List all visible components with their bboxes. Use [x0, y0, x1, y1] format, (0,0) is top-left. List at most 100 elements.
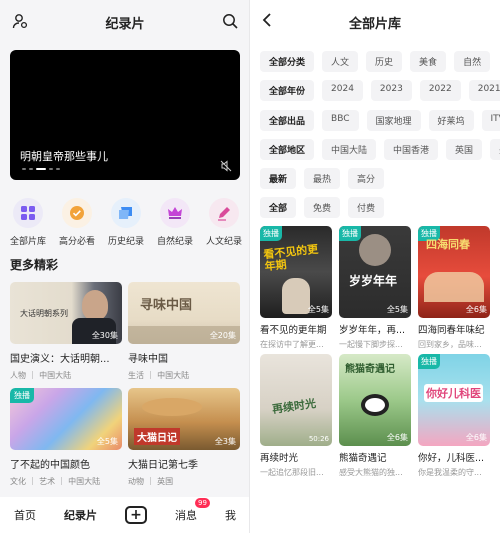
- poster-text: 再续时光: [271, 396, 317, 416]
- card-thumbnail: 大话明朝系列 全30集: [10, 282, 122, 344]
- doc-card[interactable]: 独播 全5集 了不起的中国颜色 文化 ｜ 艺术 ｜ 中国大陆: [10, 388, 122, 487]
- filter-option[interactable]: 人文: [322, 51, 359, 72]
- filter-option[interactable]: ITV: [481, 110, 500, 131]
- card-subtitle: 动物 ｜ 英国: [128, 477, 174, 486]
- filter-row-producer: 全部出品 BBC 国家地理 好莱坞 ITV: [260, 110, 500, 131]
- filter-option[interactable]: 英国: [446, 139, 483, 160]
- card-subtitle: 人物 ｜ 中国大陆: [10, 371, 72, 380]
- poster-title: 你好，儿科医...: [418, 453, 485, 464]
- filter-row-price: 全部 免费 付费: [260, 197, 385, 218]
- poster-image: 独播 看不见的更年期 全5集: [260, 226, 332, 318]
- filter-all-price[interactable]: 全部: [260, 197, 297, 218]
- episode-count: 全6集: [465, 433, 487, 442]
- episode-count: 全6集: [465, 305, 487, 314]
- poster-text: 看不见的更年期: [262, 242, 319, 274]
- create-button[interactable]: +: [125, 506, 147, 524]
- filter-all-producer[interactable]: 全部出品: [260, 110, 315, 131]
- episode-count: 全20集: [209, 331, 236, 340]
- filter-all-year[interactable]: 全部年份: [260, 80, 315, 101]
- filter-option[interactable]: 2024: [322, 80, 363, 101]
- poster-image: 独播 四海同春 全6集: [418, 226, 490, 318]
- filter-row-category: 全部分类 人文 历史 美食 自然: [260, 51, 491, 72]
- filter-option[interactable]: 自然: [454, 51, 491, 72]
- episode-count: 全5集: [307, 305, 329, 314]
- category-history[interactable]: 历史纪录: [102, 198, 150, 247]
- tab-messages[interactable]: 消息 99: [175, 498, 210, 523]
- thumb-text: 寻味中国: [140, 298, 193, 313]
- category-humanities[interactable]: 人文纪录: [200, 198, 248, 247]
- poster-title: 四海同春年味纪: [418, 325, 485, 336]
- filter-option[interactable]: 历史: [366, 51, 403, 72]
- poster-card[interactable]: 独播 看不见的更年期 全5集 看不见的更年期 在探访中了解更...: [260, 226, 332, 350]
- category-all-library[interactable]: 全部片库: [4, 198, 52, 247]
- filter-option[interactable]: 好莱坞: [428, 110, 474, 131]
- episode-count: 全30集: [91, 331, 118, 340]
- bottom-tab-bar: 首页 纪录片 + 消息 99 我: [0, 497, 250, 533]
- poster-subtitle: 一起追忆那段旧...: [260, 468, 324, 477]
- poster-subtitle: 一起慢下脚步探...: [339, 340, 403, 349]
- poster-card[interactable]: 独播 你好儿科医 全6集 你好，儿科医... 你是我温柔的守...: [418, 354, 490, 478]
- filter-option[interactable]: 2023: [370, 80, 412, 101]
- card-title: 国史演义：大话明朝...: [10, 354, 110, 365]
- crown-icon: [160, 198, 190, 228]
- unread-badge: 99: [195, 498, 210, 508]
- doc-card[interactable]: 大话明朝系列 全30集 国史演义：大话明朝... 人物 ｜ 中国大陆: [10, 282, 122, 381]
- filter-option[interactable]: BBC: [322, 110, 359, 131]
- poster-card[interactable]: 再续时光 50:26 再续时光 一起追忆那段旧...: [260, 354, 332, 478]
- category-top-rated[interactable]: 高分必看: [53, 198, 101, 247]
- filter-all-region[interactable]: 全部地区: [260, 139, 315, 160]
- card-title: 寻味中国: [128, 354, 168, 365]
- filter-all-category[interactable]: 全部分类: [260, 51, 315, 72]
- mute-icon[interactable]: [220, 160, 232, 172]
- category-label: 自然纪录: [156, 237, 193, 247]
- card-thumbnail: 大猫日记 全3集: [128, 388, 240, 450]
- page-title: 全部片库: [348, 17, 401, 32]
- tab-documentary[interactable]: 纪录片: [64, 507, 97, 523]
- poster-card[interactable]: 独播 岁岁年年 全5集 岁岁年年，再... 一起慢下脚步探...: [339, 226, 411, 350]
- video-player[interactable]: 明朝皇帝那些事儿: [10, 50, 240, 180]
- poster-subtitle: 感受大熊猫的独...: [339, 468, 403, 477]
- poster-card[interactable]: 独播 四海同春 全6集 四海同春年味纪 回到家乡，品味...: [418, 226, 490, 350]
- filter-option[interactable]: 美: [490, 139, 500, 160]
- filter-option[interactable]: 国家地理: [366, 110, 421, 131]
- episode-count: 全5集: [386, 305, 408, 314]
- thumb-text: 大猫日记: [134, 428, 180, 445]
- card-subtitle: 生活 ｜ 中国大陆: [128, 371, 190, 380]
- poster-image: 独播 你好儿科医 全6集: [418, 354, 490, 446]
- tab-me[interactable]: 我: [225, 507, 236, 523]
- poster-card[interactable]: 熊猫奇遇记 全6集 熊猫奇遇记 感受大熊猫的独...: [339, 354, 411, 478]
- filter-option[interactable]: 免费: [304, 197, 341, 218]
- sort-option[interactable]: 高分: [348, 168, 385, 189]
- filter-option[interactable]: 美食: [410, 51, 447, 72]
- poster-subtitle: 你是我温柔的守...: [418, 468, 482, 477]
- filter-option[interactable]: 2021: [468, 80, 500, 101]
- poster-title: 岁岁年年，再...: [339, 325, 406, 336]
- filter-option[interactable]: 2022: [419, 80, 461, 101]
- filter-row-sort: 最新 最热 高分: [260, 168, 385, 189]
- exclusive-badge: 独播: [10, 388, 34, 403]
- card-title: 大猫日记第七季: [128, 460, 198, 471]
- card-thumbnail: 独播 全5集: [10, 388, 122, 450]
- filter-option[interactable]: 中国大陆: [322, 139, 377, 160]
- category-nature[interactable]: 自然纪录: [151, 198, 199, 247]
- filter-option[interactable]: 中国香港: [384, 139, 439, 160]
- episode-count: 全6集: [386, 433, 408, 442]
- doc-card[interactable]: 寻味中国 全20集 寻味中国 生活 ｜ 中国大陆: [128, 282, 240, 381]
- sort-option[interactable]: 最热: [304, 168, 341, 189]
- tab-messages-label: 消息: [175, 509, 197, 522]
- search-icon[interactable]: [222, 13, 238, 29]
- category-label: 历史纪录: [107, 237, 144, 247]
- sort-latest[interactable]: 最新: [260, 168, 297, 189]
- filter-option[interactable]: 付费: [348, 197, 385, 218]
- poster-image: 再续时光 50:26: [260, 354, 332, 446]
- tab-home[interactable]: 首页: [14, 507, 36, 523]
- grid-icon: [13, 198, 43, 228]
- filter-row-region: 全部地区 中国大陆 中国香港 英国 美: [260, 139, 500, 160]
- check-badge-icon: [62, 198, 92, 228]
- doc-card[interactable]: 大猫日记 全3集 大猫日记第七季 动物 ｜ 英国: [128, 388, 240, 487]
- poster-image: 独播 岁岁年年 全5集: [339, 226, 411, 318]
- poster-title: 熊猫奇遇记: [339, 453, 387, 464]
- carousel-dots: [22, 168, 60, 170]
- documentary-home-panel: 纪录片 明朝皇帝那些事儿 全部片库 高分必看 历史纪录 自然纪录 人文纪录 更多…: [0, 0, 250, 533]
- poster-title: 再续时光: [260, 453, 299, 464]
